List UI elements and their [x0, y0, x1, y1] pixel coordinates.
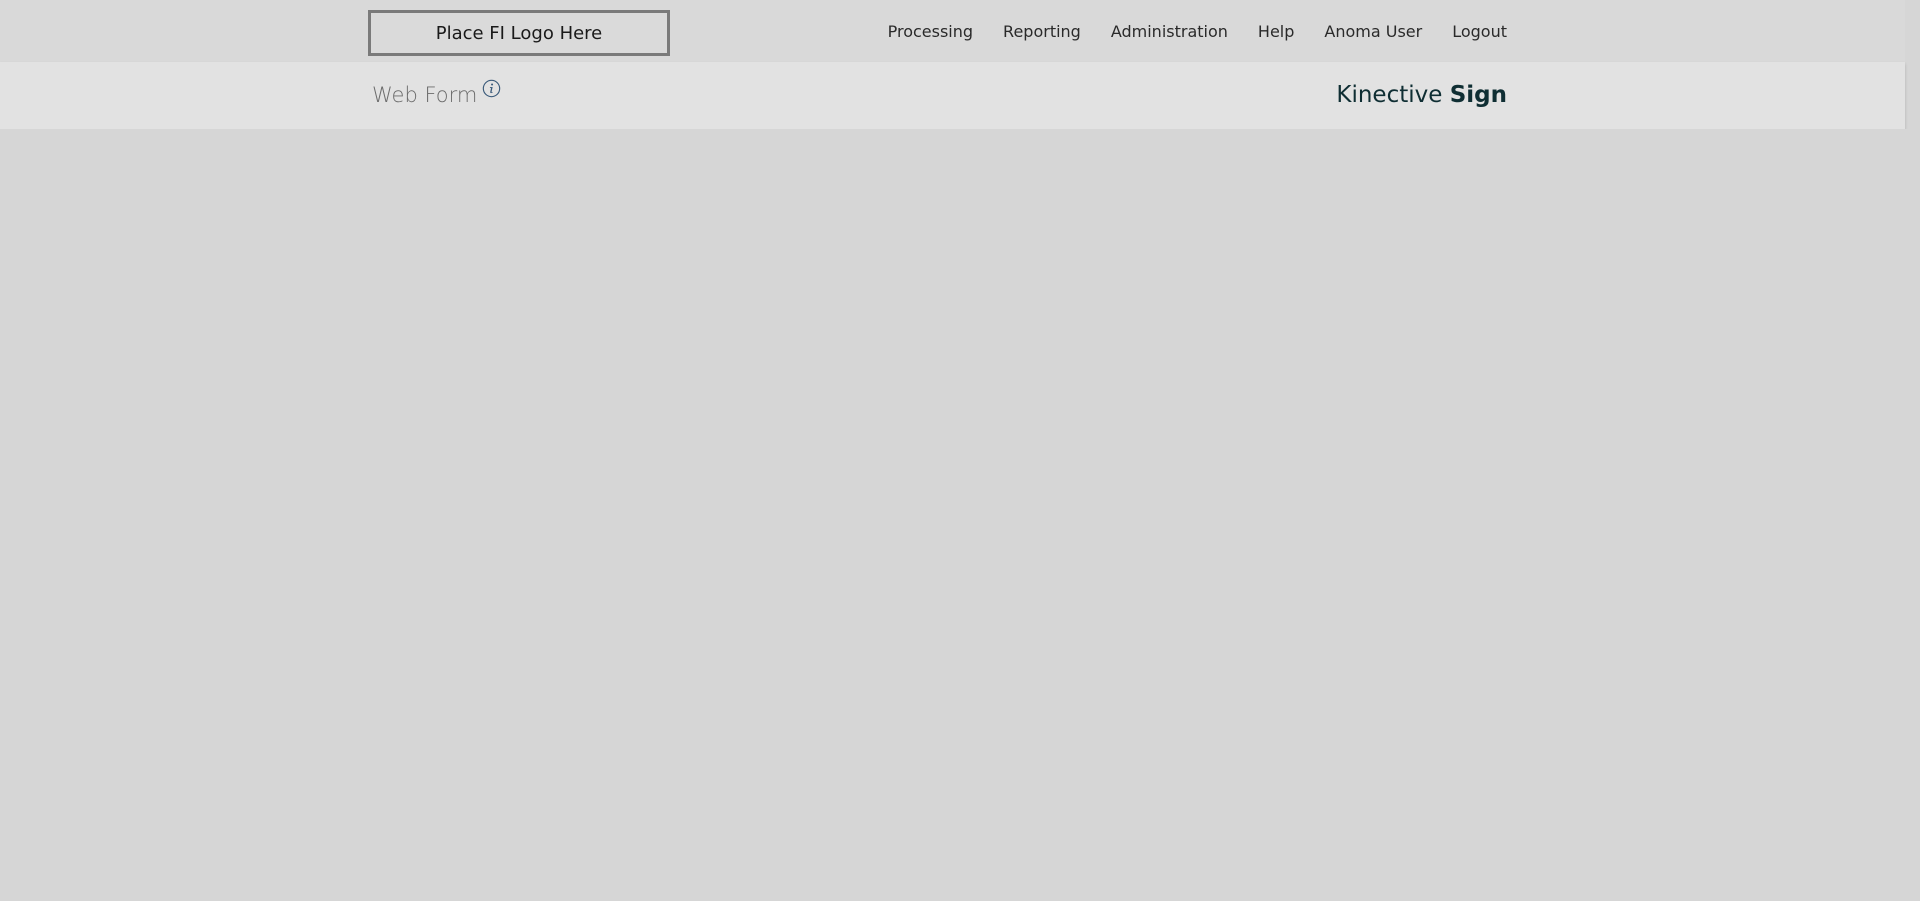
info-circle-icon[interactable] — [482, 79, 501, 98]
logo-placeholder[interactable]: Place FI Logo Here — [368, 10, 670, 56]
nav-user-menu[interactable]: Anoma User — [1324, 22, 1422, 41]
nav-administration[interactable]: Administration — [1111, 22, 1228, 41]
logo-placeholder-text: Place FI Logo Here — [435, 22, 603, 44]
nav-help[interactable]: Help — [1258, 22, 1294, 41]
sub-header: Web Form Kinective Sign — [0, 62, 1905, 129]
brand-name-light: Kinective — [1336, 82, 1443, 108]
top-navigation: Processing Reporting Administration Help… — [888, 22, 1507, 41]
brand-name-bold: Sign — [1449, 82, 1507, 108]
page-title-text: Web Form — [372, 83, 478, 107]
nav-processing[interactable]: Processing — [888, 22, 973, 41]
main-content-area — [0, 129, 1920, 901]
page-title: Web Form — [372, 83, 477, 107]
nav-logout[interactable]: Logout — [1452, 22, 1507, 41]
page: Place FI Logo Here Processing Reporting … — [0, 0, 1920, 901]
nav-reporting[interactable]: Reporting — [1003, 22, 1081, 41]
top-header: Place FI Logo Here Processing Reporting … — [0, 0, 1905, 62]
brand-logo-text: Kinective Sign — [1336, 82, 1507, 108]
